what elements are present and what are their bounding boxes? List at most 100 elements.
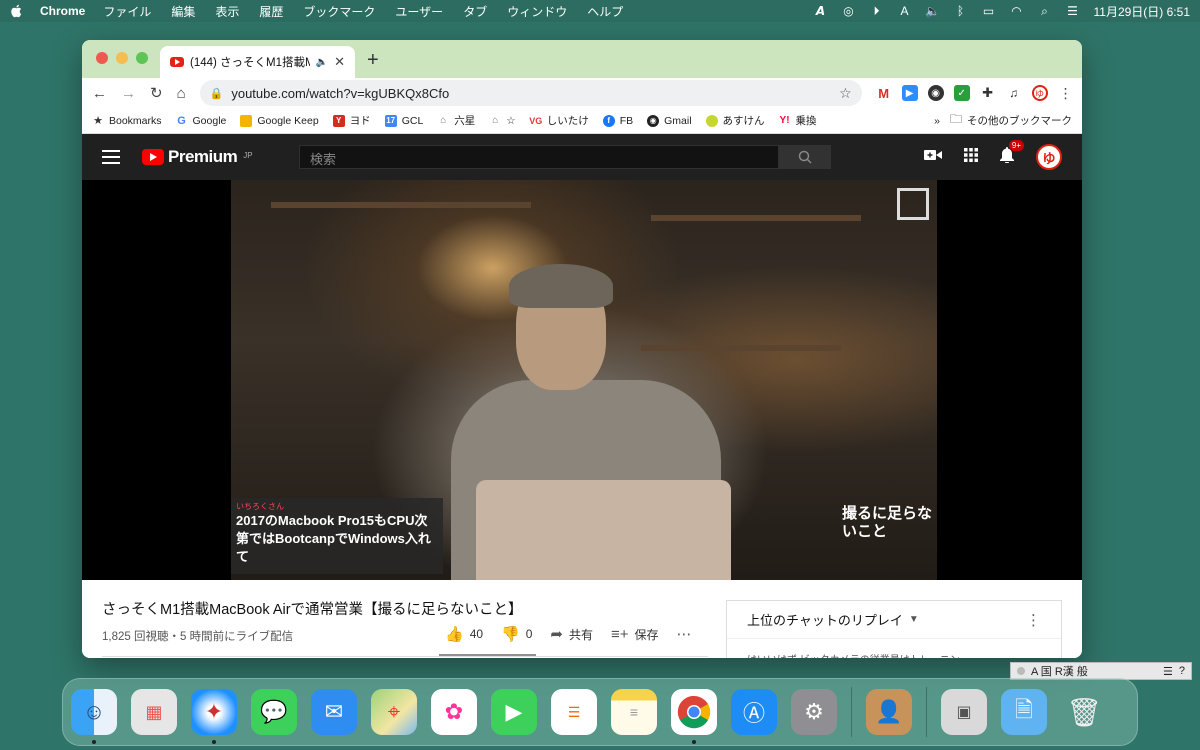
menu-history[interactable]: 履歴 bbox=[259, 3, 283, 20]
maximize-window-button[interactable] bbox=[136, 52, 148, 64]
chevron-right-icon[interactable]: » bbox=[934, 115, 940, 127]
other-bookmarks-folder[interactable]: 🗀 その他のブックマーク bbox=[950, 110, 1072, 131]
gmail-extension-icon[interactable]: M bbox=[875, 85, 892, 101]
menu-bookmarks[interactable]: ブックマーク bbox=[303, 3, 375, 20]
like-button[interactable]: 👍 40 bbox=[445, 625, 483, 643]
dislike-button[interactable]: 👎 0 bbox=[501, 625, 532, 643]
menu-edit[interactable]: 編集 bbox=[171, 3, 195, 20]
home-icon[interactable]: ⌂ bbox=[177, 84, 186, 102]
ime-grip-icon[interactable] bbox=[1017, 667, 1025, 675]
youtube-premium-logo[interactable]: Premium JP bbox=[142, 147, 253, 167]
notifications-bell-icon[interactable]: 9+ bbox=[1000, 139, 1024, 168]
zoom-extension-icon[interactable]: ▶ bbox=[901, 85, 918, 101]
back-arrow-icon[interactable]: ← bbox=[92, 84, 107, 102]
checkmark-extension-icon[interactable]: ✓ bbox=[953, 85, 970, 101]
account-avatar[interactable]: ゆ bbox=[1036, 144, 1062, 170]
menu-help[interactable]: ヘルプ bbox=[587, 3, 623, 20]
tab-audio-icon[interactable]: 🔈 bbox=[316, 57, 328, 68]
bookmark-item[interactable]: VG しいたけ bbox=[529, 113, 589, 128]
save-button[interactable]: ≡+ 保存 bbox=[611, 626, 659, 643]
address-bar[interactable]: 🔒 youtube.com/watch?v=kgUBKQx8Cfo ☆ bbox=[199, 80, 862, 106]
forward-arrow-icon[interactable]: → bbox=[121, 84, 136, 102]
close-window-button[interactable] bbox=[96, 52, 108, 64]
bookmark-item[interactable]: G Google bbox=[176, 115, 226, 127]
font-tool-icon[interactable]: 𝘼 bbox=[814, 4, 828, 18]
notes-icon[interactable]: ≡ bbox=[611, 689, 657, 735]
tab-close-icon[interactable]: ✕ bbox=[334, 54, 345, 70]
new-tab-button[interactable]: + bbox=[367, 49, 379, 72]
facetime-icon[interactable]: ▶ bbox=[491, 689, 537, 735]
bookmark-item[interactable]: 17 GCL bbox=[384, 114, 423, 127]
search-input[interactable]: 検索 bbox=[299, 145, 779, 169]
bookmark-item[interactable]: ◉ Gmail bbox=[647, 114, 692, 127]
minimize-window-button[interactable] bbox=[116, 52, 128, 64]
github-extension-icon[interactable]: ◉ bbox=[927, 85, 944, 101]
chevron-down-icon[interactable]: ▼ bbox=[909, 614, 919, 625]
documents-folder-icon[interactable]: 🗎 bbox=[1001, 689, 1047, 735]
bookmark-item[interactable]: Y ヨド bbox=[332, 113, 371, 128]
bookmark-item[interactable]: ⌂ 六星 bbox=[437, 113, 475, 128]
spotlight-search-icon[interactable]: ⌕ bbox=[1038, 4, 1052, 18]
puzzle-extensions-icon[interactable]: ✚ bbox=[979, 85, 996, 101]
video-player[interactable]: いちろくさん 2017のMacbook Pro15もCPU次第ではBootcan… bbox=[82, 180, 1082, 580]
media-control-icon[interactable]: ♫ bbox=[1005, 85, 1022, 101]
input-source-icon[interactable]: A bbox=[898, 4, 912, 18]
more-horizontal-icon: ⋯ bbox=[676, 626, 692, 643]
menubar-clock[interactable]: 11月29日(日) 6:51 bbox=[1094, 3, 1191, 20]
menu-window[interactable]: ウィンドウ bbox=[507, 3, 567, 20]
bluetooth-icon[interactable]: ᛒ bbox=[954, 4, 968, 18]
menu-tab[interactable]: タブ bbox=[463, 3, 487, 20]
launchpad-icon[interactable]: ▦ bbox=[131, 689, 177, 735]
system-preferences-icon[interactable]: ⚙ bbox=[791, 689, 837, 735]
bookmark-item[interactable]: Y! 乗換 bbox=[779, 113, 817, 128]
menu-app-name[interactable]: Chrome bbox=[40, 4, 85, 18]
battery-icon[interactable]: ▭ bbox=[982, 4, 996, 18]
wifi-icon[interactable]: ◠ bbox=[1010, 4, 1024, 18]
bookmark-item[interactable]: ⌂ ☆ bbox=[489, 115, 515, 127]
thumbs-down-icon: 👎 bbox=[501, 626, 520, 643]
ime-menu-icon[interactable]: ☰ bbox=[1163, 665, 1173, 678]
bookmark-item[interactable]: あすけん bbox=[705, 113, 765, 128]
menu-profiles[interactable]: ユーザー bbox=[395, 3, 443, 20]
create-video-icon[interactable] bbox=[924, 148, 942, 166]
hamburger-menu-icon[interactable] bbox=[102, 150, 120, 164]
bookmark-star-icon[interactable]: ☆ bbox=[839, 85, 852, 102]
apple-icon[interactable] bbox=[10, 4, 24, 18]
chat-replay-dropdown[interactable]: 上位のチャットのリプレイ bbox=[747, 610, 903, 629]
downloads-stack-icon[interactable]: ▣ bbox=[941, 689, 987, 735]
messages-icon[interactable]: 💬 bbox=[251, 689, 297, 735]
mail-icon[interactable]: ✉ bbox=[311, 689, 357, 735]
bookmark-item[interactable]: f FB bbox=[602, 114, 633, 127]
browser-tab-active[interactable]: (144) さっそくM1搭載MacBo 🔈 ✕ bbox=[160, 46, 355, 78]
chrome-menu-icon[interactable]: ⋮ bbox=[1057, 85, 1074, 101]
ime-help-icon[interactable]: ? bbox=[1179, 665, 1185, 677]
bookmark-item[interactable]: ★ Bookmarks bbox=[92, 115, 161, 128]
control-center-icon[interactable]: ☰ bbox=[1066, 4, 1080, 18]
reload-icon[interactable]: ↻ bbox=[150, 84, 163, 102]
menu-view[interactable]: 表示 bbox=[215, 3, 239, 20]
finder-icon[interactable]: ☺ bbox=[71, 689, 117, 744]
play-circle-icon[interactable]: ⏵ bbox=[870, 4, 884, 18]
volume-icon[interactable]: 🔈 bbox=[925, 4, 940, 18]
ime-status-text[interactable]: A 国 R漢 般 bbox=[1031, 663, 1088, 679]
apps-grid-icon[interactable] bbox=[964, 147, 978, 167]
lock-icon[interactable]: 🔒 bbox=[210, 87, 224, 100]
reminders-icon[interactable]: ☰ bbox=[551, 689, 597, 735]
search-button[interactable] bbox=[779, 145, 831, 169]
chrome-icon[interactable] bbox=[671, 689, 717, 744]
safari-icon[interactable]: ✦ bbox=[191, 689, 237, 744]
more-actions-button[interactable]: ⋯ bbox=[677, 625, 692, 643]
profile-avatar-icon[interactable]: ゆ bbox=[1031, 85, 1048, 101]
contacts-icon[interactable]: 👤 bbox=[866, 689, 912, 735]
app-store-icon[interactable]: Ⓐ bbox=[731, 689, 777, 735]
maps-icon[interactable]: ⌖ bbox=[371, 689, 417, 735]
more-vert-icon[interactable]: ⋮ bbox=[1026, 611, 1041, 629]
url-text[interactable]: youtube.com/watch?v=kgUBKQx8Cfo bbox=[231, 86, 831, 101]
menu-file[interactable]: ファイル bbox=[103, 3, 151, 20]
chat-replay-header: 上位のチャットのリプレイ ▼ ⋮ bbox=[727, 601, 1061, 639]
trash-icon[interactable]: 🗑 bbox=[1061, 689, 1107, 735]
bookmark-item[interactable]: Google Keep bbox=[240, 114, 319, 127]
share-button[interactable]: ➦ 共有 bbox=[550, 625, 593, 643]
photos-icon[interactable]: ✿ bbox=[431, 689, 477, 735]
check-circle-icon[interactable]: ◎ bbox=[842, 4, 856, 18]
